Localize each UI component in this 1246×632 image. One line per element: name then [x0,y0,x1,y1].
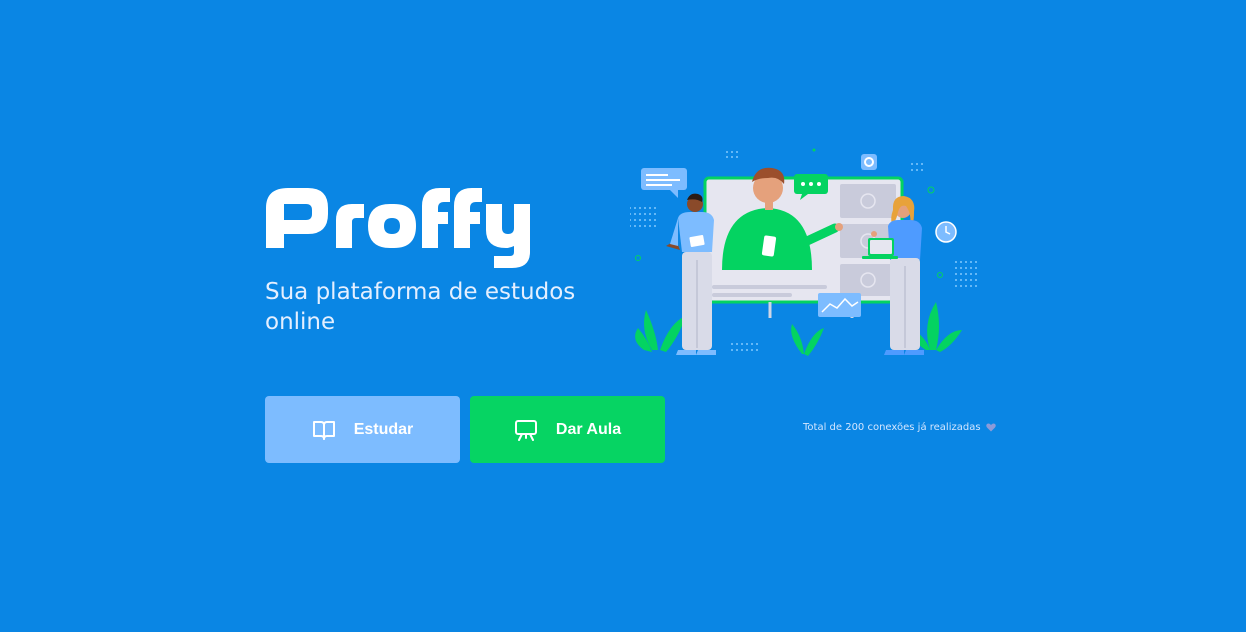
presentation-board-icon [514,419,537,441]
proffy-logo [264,178,552,274]
hero-illustration [630,148,977,356]
teach-button[interactable]: Dar Aula [470,396,665,463]
total-connections: Total de 200 conexões já realizadas [803,422,996,433]
total-connections-text: Total de 200 conexões já realizadas [803,422,981,433]
study-button[interactable]: Estudar [265,396,460,463]
tagline: Sua plataforma de estudos online [265,279,576,335]
teach-button-label: Dar Aula [555,420,622,438]
purple-heart-icon [985,423,996,432]
study-button-label: Estudar [353,420,414,438]
proffy-logo-wordmark [266,188,530,268]
book-open-icon [312,420,335,440]
